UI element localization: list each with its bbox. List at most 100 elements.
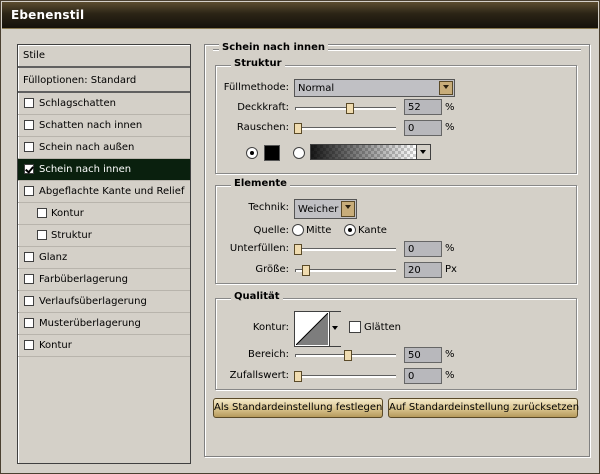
checkbox[interactable] — [24, 274, 34, 284]
bereich-label: Bereich: — [247, 349, 289, 360]
bereich-unit: % — [445, 349, 455, 360]
solid-color-radio[interactable] — [246, 147, 258, 159]
sidebar-item-schein-nach-innen[interactable]: Schein nach innen — [18, 159, 190, 181]
checkbox[interactable] — [24, 296, 34, 306]
checkbox[interactable] — [24, 142, 34, 152]
gradient-radio[interactable] — [293, 147, 305, 159]
chevron-down-icon[interactable] — [416, 145, 430, 159]
sidebar-item-schatten-nach-innen[interactable]: Schatten nach innen — [18, 115, 190, 137]
unterfuellen-unit: % — [445, 243, 455, 254]
qualitaet-group-title: Qualität — [231, 291, 283, 302]
sidebar-item-label: Verlaufsüberlagerung — [39, 296, 147, 307]
chevron-down-glyph — [332, 326, 338, 330]
rauschen-value: 0 — [408, 123, 415, 134]
sidebar-item-label: Schein nach innen — [39, 164, 132, 175]
checkbox-checked[interactable] — [24, 164, 34, 174]
gradient-picker[interactable] — [310, 144, 431, 160]
sidebar-item-kontur[interactable]: Kontur — [18, 335, 190, 357]
technik-value: Weicher — [298, 204, 339, 215]
quelle-mitte-label: Mitte — [306, 225, 332, 236]
deckkraft-unit: % — [445, 102, 455, 113]
unterfuellen-input[interactable]: 0 — [404, 241, 442, 257]
layer-style-dialog: Ebenenstil Stile Fülloptionen: Standard … — [0, 0, 600, 474]
checkbox[interactable] — [37, 230, 47, 240]
rauschen-slider[interactable] — [295, 127, 396, 130]
groesse-slider[interactable] — [295, 269, 396, 272]
kontur-label: Kontur: — [252, 322, 289, 333]
sidebar-item-label: Farbüberlagerung — [39, 274, 128, 285]
rauschen-slider-thumb[interactable] — [294, 123, 302, 134]
quelle-kante-radio[interactable] — [344, 224, 356, 236]
reset-default-button[interactable]: Auf Standardeinstellung zurücksetzen — [388, 398, 579, 418]
sidebar-item-fuelloptionen[interactable]: Fülloptionen: Standard — [18, 70, 190, 93]
glaetten-checkbox[interactable] — [349, 321, 361, 333]
sidebar-item-verlaufsueberlagerung[interactable]: Verlaufsüberlagerung — [18, 291, 190, 313]
sidebar-item-schlagschatten[interactable]: Schlagschatten — [18, 93, 190, 115]
bereich-value: 50 — [408, 350, 421, 361]
fuellmethode-value: Normal — [298, 83, 335, 94]
rauschen-label: Rauschen: — [236, 122, 289, 133]
sidebar-item-label: Musterüberlagerung — [39, 318, 141, 329]
zufallswert-value: 0 — [408, 371, 415, 382]
checkbox[interactable] — [24, 186, 34, 196]
set-default-button[interactable]: Als Standardeinstellung festlegen — [213, 398, 383, 418]
checkbox[interactable] — [24, 120, 34, 130]
sidebar-item-label: Kontur — [39, 340, 72, 351]
chevron-down-icon[interactable] — [439, 81, 453, 95]
quelle-mitte-radio[interactable] — [292, 224, 304, 236]
sidebar-item-kontur-sub[interactable]: Kontur — [18, 203, 190, 225]
sidebar-item-label: Stile — [23, 50, 45, 61]
rauschen-input[interactable]: 0 — [404, 120, 442, 136]
sidebar-item-label: Kontur — [51, 208, 84, 219]
checkbox[interactable] — [24, 252, 34, 262]
groesse-input[interactable]: 20 — [404, 262, 442, 278]
gradient-preview — [311, 145, 416, 159]
checkbox[interactable] — [24, 340, 34, 350]
panel-title: Schein nach innen — [219, 42, 329, 53]
title-bar[interactable]: Ebenenstil — [2, 2, 598, 29]
sidebar-item-struktur-sub[interactable]: Struktur — [18, 225, 190, 247]
sidebar-item-label: Schlagschatten — [39, 98, 116, 109]
technik-select[interactable]: Weicher — [294, 199, 357, 219]
sidebar-item-farbueberlagerung[interactable]: Farbüberlagerung — [18, 269, 190, 291]
chevron-down-icon[interactable] — [329, 312, 341, 346]
zufallswert-slider-thumb[interactable] — [294, 371, 302, 382]
struktur-group-title: Struktur — [231, 58, 285, 69]
checkbox[interactable] — [37, 208, 47, 218]
deckkraft-slider-thumb[interactable] — [346, 103, 354, 114]
zufallswert-label: Zufallswert: — [229, 370, 289, 381]
deckkraft-input[interactable]: 52 — [404, 99, 442, 115]
fuellmethode-select[interactable]: Normal — [294, 79, 455, 97]
sidebar-item-label: Fülloptionen: Standard — [23, 75, 137, 86]
bereich-slider-thumb[interactable] — [344, 350, 352, 361]
sidebar-item-abgeflachte-kante[interactable]: Abgeflachte Kante und Relief — [18, 181, 190, 203]
bereich-input[interactable]: 50 — [404, 347, 442, 363]
contour-picker[interactable] — [294, 311, 341, 347]
sidebar-item-label: Abgeflachte Kante und Relief — [39, 186, 185, 197]
color-swatch[interactable] — [264, 145, 280, 161]
groesse-unit: Px — [445, 264, 457, 275]
sidebar-item-musterueberlagerung[interactable]: Musterüberlagerung — [18, 313, 190, 335]
deckkraft-label: Deckkraft: — [237, 102, 289, 113]
rauschen-unit: % — [445, 122, 455, 133]
deckkraft-value: 52 — [408, 102, 421, 113]
window-title: Ebenenstil — [11, 8, 85, 22]
zufallswert-input[interactable]: 0 — [404, 368, 442, 384]
chevron-down-icon[interactable] — [341, 201, 355, 217]
sidebar-item-label: Schein nach außen — [39, 142, 135, 153]
chevron-down-glyph — [420, 150, 426, 154]
styles-sidebar: Stile Fülloptionen: Standard Schlagschat… — [17, 44, 191, 464]
unterfuellen-slider[interactable] — [295, 248, 396, 251]
elemente-group-title: Elemente — [231, 178, 290, 189]
zufallswert-slider[interactable] — [295, 375, 396, 378]
groesse-slider-thumb[interactable] — [302, 265, 310, 276]
sidebar-item-stile[interactable]: Stile — [18, 45, 190, 68]
unterfuellen-slider-thumb[interactable] — [294, 244, 302, 255]
checkbox[interactable] — [24, 98, 34, 108]
fuellmethode-label: Füllmethode: — [223, 82, 289, 93]
checkbox[interactable] — [24, 318, 34, 328]
sidebar-item-schein-nach-aussen[interactable]: Schein nach außen — [18, 137, 190, 159]
zufallswert-unit: % — [445, 370, 455, 381]
sidebar-item-glanz[interactable]: Glanz — [18, 247, 190, 269]
sidebar-item-label: Schatten nach innen — [39, 120, 143, 131]
